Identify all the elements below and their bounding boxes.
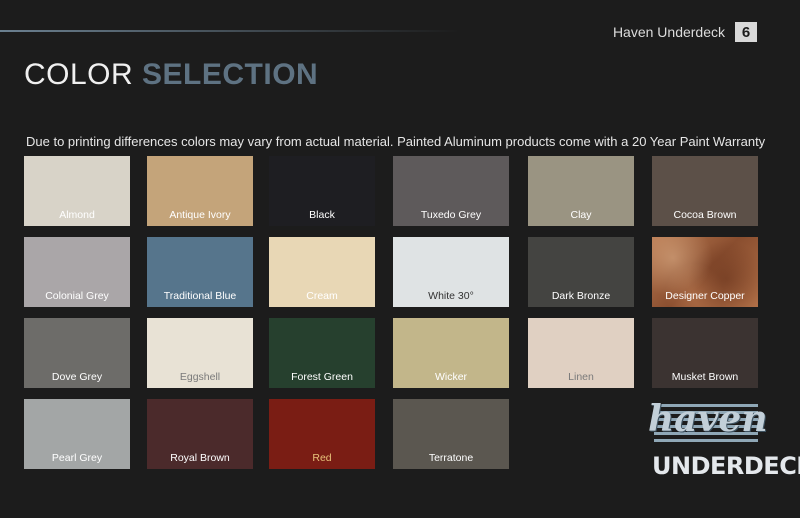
page-number: 6 (735, 22, 757, 42)
brand-name: Haven Underdeck (612, 24, 725, 40)
swatch-label: Clay (570, 209, 592, 221)
swatch-label: Dark Bronze (551, 290, 611, 302)
swatch-black: Black (269, 156, 375, 226)
swatch-dove-grey: Dove Grey (24, 318, 130, 388)
header-rule (0, 30, 460, 32)
haven-underdeck-logo: haven UNDERDECK (648, 398, 800, 490)
swatch-label: Almond (59, 209, 95, 221)
swatch-label: Eggshell (179, 371, 221, 383)
swatch-linen: Linen (528, 318, 634, 388)
swatch-label: Musket Brown (671, 371, 739, 383)
disclaimer-text: Due to printing differences colors may v… (26, 134, 766, 149)
swatch-colonial-grey: Colonial Grey (24, 237, 130, 307)
swatch-label: Black (309, 209, 335, 221)
swatch-label: Traditional Blue (163, 290, 237, 302)
swatch-dark-bronze: Dark Bronze (528, 237, 634, 307)
swatch-eggshell: Eggshell (147, 318, 253, 388)
swatch-terratone: Terratone (393, 399, 509, 469)
swatch-almond: Almond (24, 156, 130, 226)
swatch-label: Red (312, 452, 332, 464)
swatch-label: Cocoa Brown (673, 209, 737, 221)
swatch-label: Dove Grey (51, 371, 103, 383)
swatch-label: Forest Green (291, 371, 353, 383)
swatch-musket-brown: Musket Brown (652, 318, 758, 388)
swatch-royal-brown: Royal Brown (147, 399, 253, 469)
swatch-label: Pearl Grey (51, 452, 103, 464)
swatch-label: White 30° (428, 290, 474, 302)
swatch-wicker: Wicker (393, 318, 509, 388)
swatch-tuxedo-grey: Tuxedo Grey (393, 156, 509, 226)
swatch-traditional-blue: Traditional Blue (147, 237, 253, 307)
logo-script-text: haven (648, 398, 768, 440)
swatch-label: Cream (306, 290, 338, 302)
swatch-red: Red (269, 399, 375, 469)
logo-underdeck-text: UNDERDECK (652, 452, 800, 480)
swatch-white-30: White 30° (393, 237, 509, 307)
swatch-label: Royal Brown (170, 452, 230, 464)
swatch-pearl-grey: Pearl Grey (24, 399, 130, 469)
swatch-label: Antique Ivory (169, 209, 231, 221)
brand-header: Haven Underdeck 6 (613, 22, 757, 42)
swatch-label: Terratone (428, 452, 474, 464)
swatch-label: Wicker (434, 371, 468, 383)
swatch-clay: Clay (528, 156, 634, 226)
title-bold: SELECTION (142, 58, 319, 91)
page-title: COLOR SELECTION (24, 58, 318, 92)
swatch-forest-green: Forest Green (269, 318, 375, 388)
swatch-cream: Cream (269, 237, 375, 307)
swatch-designer-copper: Designer Copper (652, 237, 758, 307)
swatch-label: Colonial Grey (45, 290, 109, 302)
swatch-label: Linen (568, 371, 594, 383)
swatch-label: Tuxedo Grey (420, 209, 482, 221)
swatch-cocoa-brown: Cocoa Brown (652, 156, 758, 226)
swatch-label: Designer Copper (665, 290, 745, 302)
swatch-antique-ivory: Antique Ivory (147, 156, 253, 226)
title-light: COLOR (24, 58, 143, 91)
